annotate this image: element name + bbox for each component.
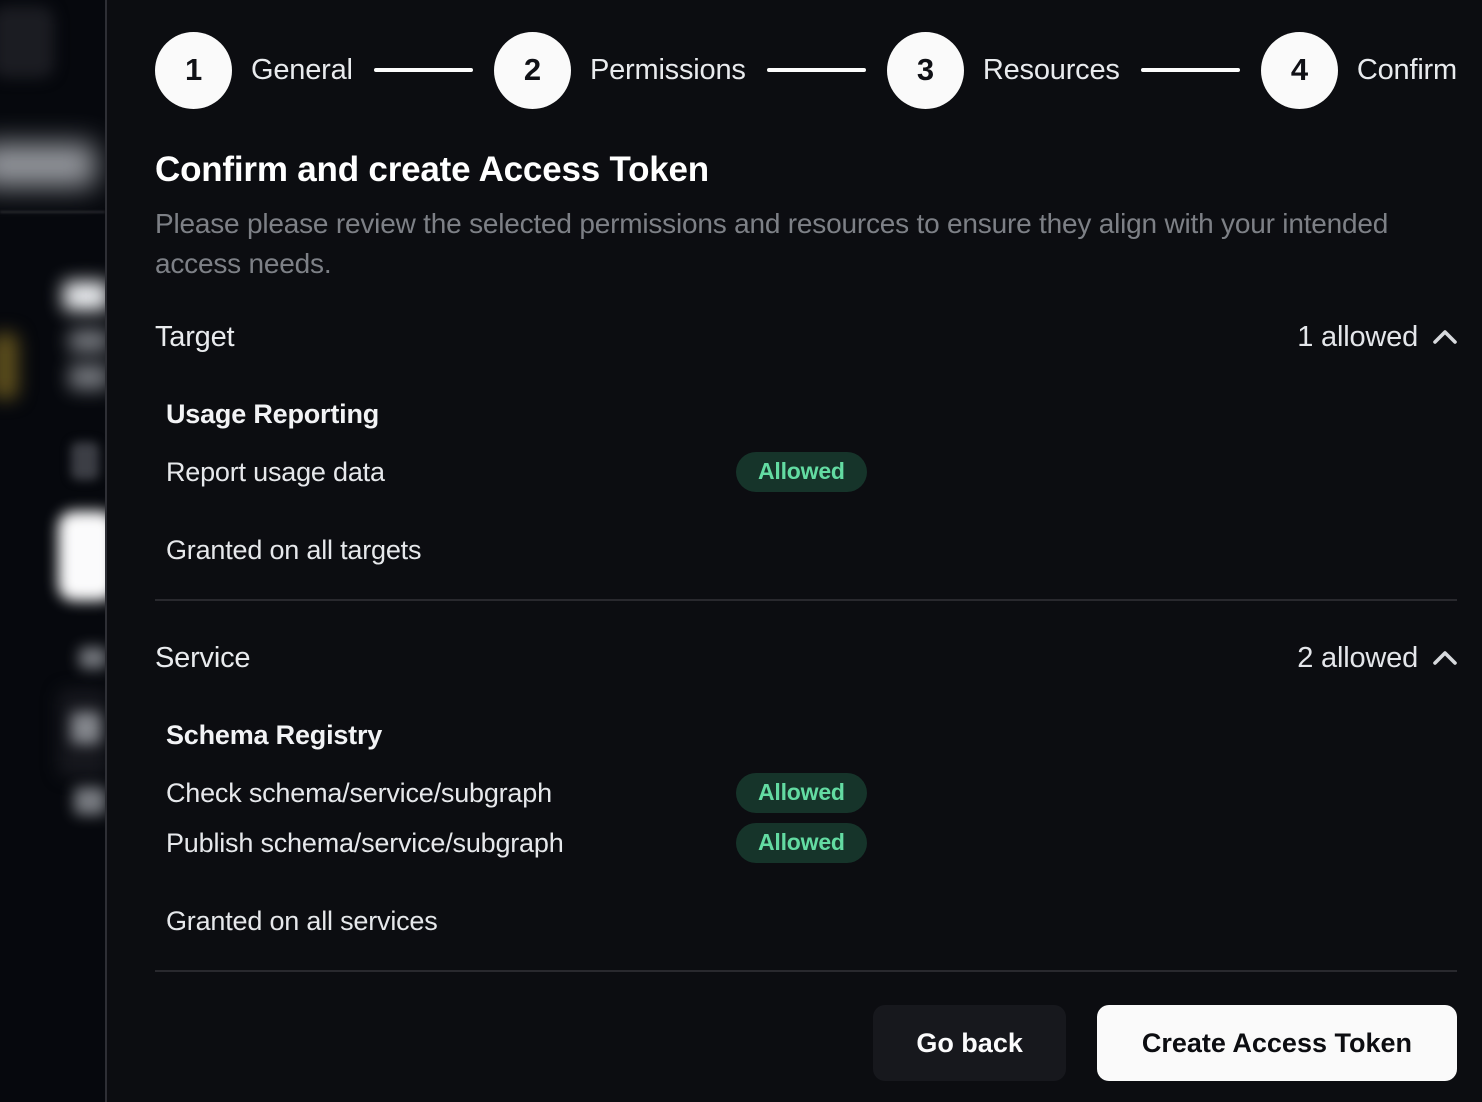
allowed-status-badge: Allowed	[736, 773, 867, 813]
chevron-up-icon	[1433, 329, 1457, 345]
step-general[interactable]: 1 General	[155, 32, 353, 109]
step-label: Permissions	[590, 54, 746, 87]
step-number-badge: 3	[887, 32, 964, 109]
allowed-count: 2 allowed	[1297, 642, 1418, 675]
permission-row: Publish schema/service/subgraph Allowed	[166, 823, 1457, 863]
section-name: Target	[155, 321, 234, 354]
blurred-icon	[71, 442, 99, 480]
section-header-service: Service 2 allowed	[155, 641, 1457, 675]
blurred-breadcrumb	[0, 143, 96, 187]
section-collapse-toggle[interactable]: 1 allowed	[1297, 321, 1457, 354]
step-resources[interactable]: 3 Resources	[887, 32, 1120, 109]
go-back-button[interactable]: Go back	[873, 1005, 1066, 1081]
section-header-target: Target 1 allowed	[155, 320, 1457, 354]
blurred-body-text	[69, 364, 105, 390]
step-number-badge: 2	[494, 32, 571, 109]
step-number-badge: 4	[1261, 32, 1338, 109]
blurred-heading-text	[63, 281, 105, 311]
blurred-list-item	[74, 787, 105, 815]
blurred-list-item	[79, 647, 105, 669]
section-name: Service	[155, 642, 250, 675]
permission-label: Check schema/service/subgraph	[166, 778, 736, 809]
permission-group-title: Usage Reporting	[166, 398, 1457, 430]
step-number-badge: 1	[155, 32, 232, 109]
allowed-status-badge: Allowed	[736, 452, 867, 492]
footer-divider	[155, 970, 1457, 972]
allowed-count: 1 allowed	[1297, 321, 1418, 354]
blurred-white-card	[58, 511, 105, 601]
permission-row: Check schema/service/subgraph Allowed	[166, 773, 1457, 813]
permission-group-title: Schema Registry	[166, 719, 1457, 751]
section-collapse-toggle[interactable]: 2 allowed	[1297, 642, 1457, 675]
page-subtitle: Please please review the selected permis…	[155, 204, 1395, 284]
blurred-list-item	[71, 712, 101, 744]
step-connector-line	[1141, 68, 1240, 72]
allowed-status-badge: Allowed	[736, 823, 867, 863]
step-label: General	[251, 54, 353, 87]
step-connector-line	[767, 68, 866, 72]
blurred-body-text	[69, 329, 105, 353]
permission-label: Report usage data	[166, 457, 736, 488]
footer-actions: Go back Create Access Token	[155, 1005, 1457, 1081]
permission-group-usage-reporting: Usage Reporting Report usage data Allowe…	[155, 398, 1457, 492]
page-title: Confirm and create Access Token	[155, 149, 1457, 191]
permission-label: Publish schema/service/subgraph	[166, 828, 736, 859]
wizard-stepper: 1 General 2 Permissions 3 Resources 4 Co…	[155, 31, 1457, 109]
step-label: Confirm	[1357, 54, 1457, 87]
step-confirm[interactable]: 4 Confirm	[1261, 32, 1457, 109]
granted-note: Granted on all targets	[155, 534, 1457, 566]
chevron-up-icon	[1433, 650, 1457, 666]
blurred-divider	[0, 211, 105, 213]
granted-note: Granted on all services	[155, 905, 1457, 937]
step-connector-line	[374, 68, 473, 72]
step-permissions[interactable]: 2 Permissions	[494, 32, 746, 109]
section-divider	[155, 599, 1457, 601]
create-access-token-modal: 1 General 2 Permissions 3 Resources 4 Co…	[105, 0, 1482, 1102]
blurred-accent-highlight	[0, 333, 18, 399]
permission-group-schema-registry: Schema Registry Check schema/service/sub…	[155, 719, 1457, 863]
blurred-app-logo	[0, 6, 54, 78]
background-app-blurred	[0, 0, 105, 1102]
permission-row: Report usage data Allowed	[166, 452, 1457, 492]
step-label: Resources	[983, 54, 1120, 87]
create-access-token-button[interactable]: Create Access Token	[1097, 1005, 1457, 1081]
